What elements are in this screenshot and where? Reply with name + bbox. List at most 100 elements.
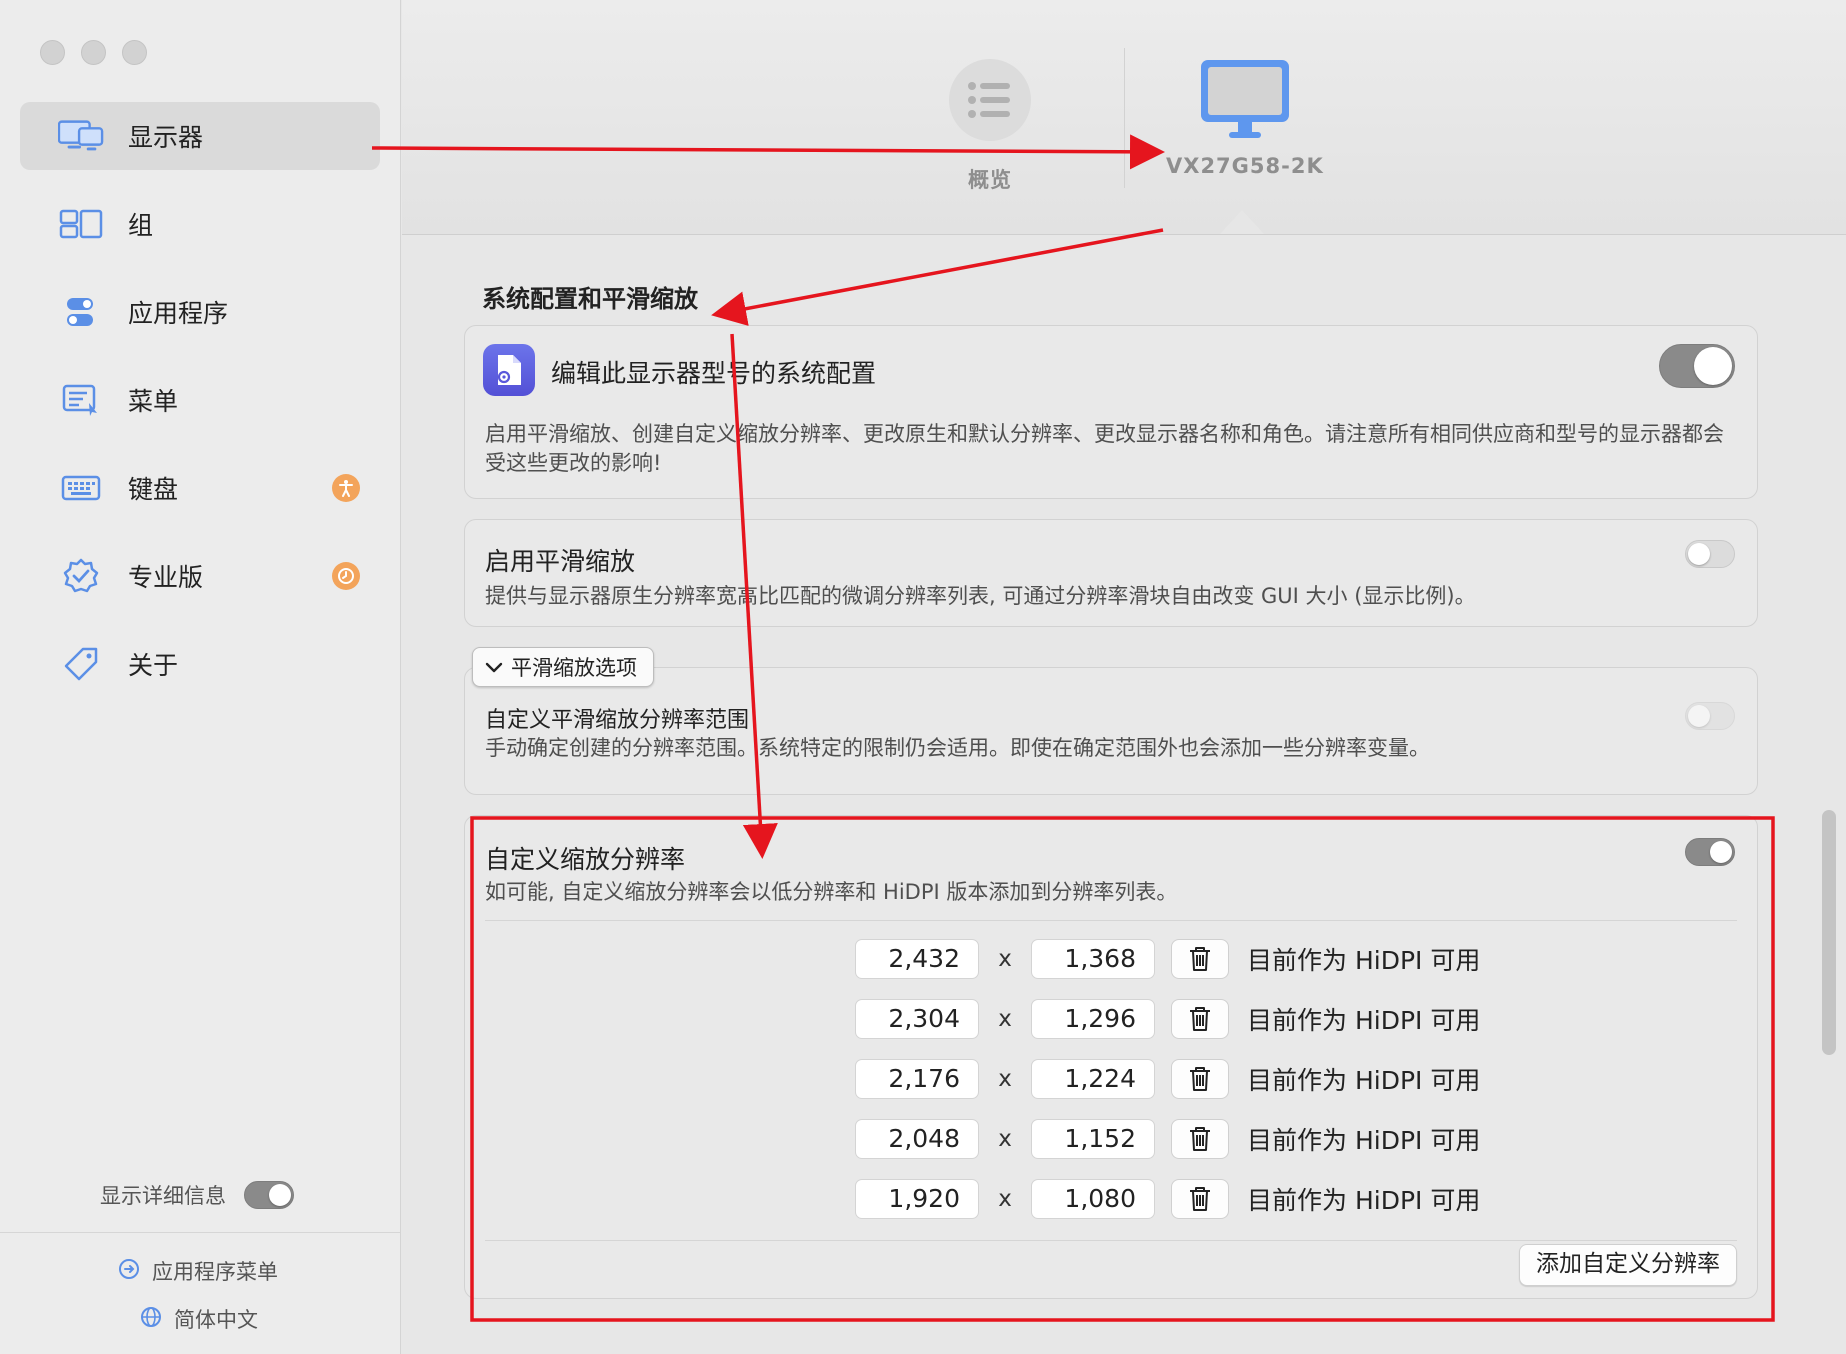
width-input[interactable]: 2,176 — [855, 1059, 979, 1099]
smooth-scaling-toggle[interactable] — [1685, 540, 1735, 568]
system-config-title: 编辑此显示器型号的系统配置 — [551, 359, 877, 388]
system-config-toggle[interactable] — [1659, 344, 1735, 388]
custom-top-divider — [485, 920, 1737, 921]
resolution-status: 目前作为 HiDPI 可用 — [1247, 1066, 1481, 1095]
minimize-window-button[interactable] — [81, 40, 106, 65]
delete-resolution-button[interactable] — [1171, 1179, 1229, 1219]
clock-icon — [332, 562, 360, 590]
tab-display-label: VX27G58-2K — [1166, 154, 1324, 178]
menu-icon — [58, 382, 104, 418]
height-input[interactable]: 1,152 — [1031, 1119, 1155, 1159]
custom-resolutions-title: 自定义缩放分辨率 — [485, 845, 686, 874]
window-controls — [40, 40, 147, 65]
tab-display-vx27g58[interactable]: VX27G58-2K — [1166, 58, 1324, 178]
times-separator: x — [998, 946, 1012, 972]
content-scrollbar[interactable] — [1822, 810, 1836, 1055]
trash-icon — [1190, 1067, 1210, 1091]
smooth-scaling-title: 启用平滑缩放 — [485, 547, 636, 576]
resolution-status: 目前作为 HiDPI 可用 — [1247, 1126, 1481, 1155]
table-row: 2,048 x 1,152 目前作为 HiDPI 可用 — [855, 1118, 1480, 1160]
globe-icon — [140, 1306, 162, 1333]
smooth-scaling-desc: 提供与显示器原生分辨率宽高比匹配的微调分辨率列表, 可通过分辨率滑块自由改变 G… — [485, 584, 1476, 608]
details-label: 显示详细信息 — [100, 1184, 226, 1208]
details-toggle[interactable] — [244, 1181, 294, 1209]
delete-resolution-button[interactable] — [1171, 1119, 1229, 1159]
sidebar-item-keyboard[interactable]: 键盘 — [20, 454, 380, 522]
times-separator: x — [998, 1126, 1012, 1152]
sidebar-item-label: 专业版 — [128, 563, 204, 592]
resolution-status: 目前作为 HiDPI 可用 — [1247, 1186, 1481, 1215]
sidebar-item-label: 键盘 — [128, 475, 179, 504]
keyboard-icon — [58, 470, 104, 506]
list-icon — [948, 58, 1032, 146]
system-config-card: 编辑此显示器型号的系统配置 启用平滑缩放、创建自定义缩放分辨率、更改原生和默认分… — [464, 325, 1758, 499]
range-toggle[interactable] — [1685, 702, 1735, 730]
system-config-desc: 启用平滑缩放、创建自定义缩放分辨率、更改原生和默认分辨率、更改显示器名称和角色。… — [485, 422, 1724, 475]
resolution-status: 目前作为 HiDPI 可用 — [1247, 1006, 1481, 1035]
sidebar-divider — [0, 1232, 400, 1233]
display-icon — [58, 118, 104, 154]
range-card: 自定义平滑缩放分辨率范围 手动确定创建的分辨率范围。系统特定的限制仍会适用。即使… — [464, 667, 1758, 795]
monitor-icon — [1195, 58, 1295, 148]
sidebar-item-about[interactable]: 关于 — [20, 630, 380, 698]
sidebar-item-pro[interactable]: 专业版 — [20, 542, 380, 610]
pro-badge-icon — [58, 558, 104, 594]
smooth-scaling-options-button[interactable]: 平滑缩放选项 — [472, 647, 654, 687]
sidebar-item-displays[interactable]: 显示器 — [20, 102, 380, 170]
sidebar-item-apps[interactable]: 应用程序 — [20, 278, 380, 346]
sidebar-item-label: 菜单 — [128, 387, 179, 416]
trash-icon — [1190, 1187, 1210, 1211]
table-row: 1,920 x 1,080 目前作为 HiDPI 可用 — [855, 1178, 1480, 1220]
apps-icon — [58, 294, 104, 330]
delete-resolution-button[interactable] — [1171, 939, 1229, 979]
sidebar-item-label: 显示器 — [128, 123, 204, 152]
app-menu-link[interactable]: 应用程序菜单 — [118, 1256, 278, 1286]
settings-content: 系统配置和平滑缩放 编辑此显示器型号的系统配置 启用平滑缩放、创建自定义缩放分辨… — [402, 235, 1836, 1354]
add-custom-resolution-button[interactable]: 添加自定义分辨率 — [1519, 1244, 1737, 1286]
table-row: 2,176 x 1,224 目前作为 HiDPI 可用 — [855, 1058, 1480, 1100]
details-row: 显示详细信息 — [100, 1180, 294, 1210]
width-input[interactable]: 1,920 — [855, 1179, 979, 1219]
tag-icon — [58, 646, 104, 682]
delete-resolution-button[interactable] — [1171, 999, 1229, 1039]
smooth-scaling-card: 启用平滑缩放 提供与显示器原生分辨率宽高比匹配的微调分辨率列表, 可通过分辨率滑… — [464, 519, 1758, 627]
width-input[interactable]: 2,304 — [855, 999, 979, 1039]
height-input[interactable]: 1,224 — [1031, 1059, 1155, 1099]
custom-resolutions-toggle[interactable] — [1685, 838, 1735, 866]
range-title: 自定义平滑缩放分辨率范围 — [485, 708, 750, 733]
tab-overview[interactable]: 概览 — [948, 58, 1032, 194]
sidebar-item-groups[interactable]: 组 — [20, 190, 380, 258]
sidebar: 显示器 组 应用程序 菜单 键盘 专业版 关于 显示详细信息 应用程序菜单 简体… — [0, 0, 401, 1354]
delete-resolution-button[interactable] — [1171, 1059, 1229, 1099]
times-separator: x — [998, 1006, 1012, 1032]
width-input[interactable]: 2,048 — [855, 1119, 979, 1159]
tab-overview-label: 概览 — [968, 168, 1012, 192]
app-menu-label: 应用程序菜单 — [152, 1260, 278, 1284]
resolution-status: 目前作为 HiDPI 可用 — [1247, 946, 1481, 975]
table-row: 2,432 x 1,368 目前作为 HiDPI 可用 — [855, 938, 1480, 980]
arrow-circle-icon — [118, 1258, 140, 1285]
language-link[interactable]: 简体中文 — [140, 1304, 258, 1334]
accessibility-icon — [332, 474, 360, 502]
custom-resolutions-card: 自定义缩放分辨率 如可能, 自定义缩放分辨率会以低分辨率和 HiDPI 版本添加… — [464, 815, 1758, 1299]
height-input[interactable]: 1,296 — [1031, 999, 1155, 1039]
height-input[interactable]: 1,080 — [1031, 1179, 1155, 1219]
smooth-scaling-options-label: 平滑缩放选项 — [511, 656, 637, 680]
zoom-window-button[interactable] — [122, 40, 147, 65]
close-window-button[interactable] — [40, 40, 65, 65]
sidebar-nav: 显示器 组 应用程序 菜单 键盘 专业版 关于 — [20, 102, 380, 718]
times-separator: x — [998, 1186, 1012, 1212]
table-row: 2,304 x 1,296 目前作为 HiDPI 可用 — [855, 998, 1480, 1040]
tab-selection-notch — [1220, 210, 1264, 234]
chevron-down-icon — [485, 655, 503, 679]
trash-icon — [1190, 1007, 1210, 1031]
header-separator — [1124, 48, 1125, 188]
sidebar-item-menus[interactable]: 菜单 — [20, 366, 380, 434]
sidebar-item-label: 组 — [128, 211, 154, 240]
sidebar-item-label: 关于 — [128, 651, 179, 680]
width-input[interactable]: 2,432 — [855, 939, 979, 979]
section-title: 系统配置和平滑缩放 — [482, 285, 698, 313]
height-input[interactable]: 1,368 — [1031, 939, 1155, 979]
custom-resolutions-desc: 如可能, 自定义缩放分辨率会以低分辨率和 HiDPI 版本添加到分辨率列表。 — [485, 880, 1178, 904]
display-header: 概览 VX27G58-2K — [402, 0, 1846, 235]
